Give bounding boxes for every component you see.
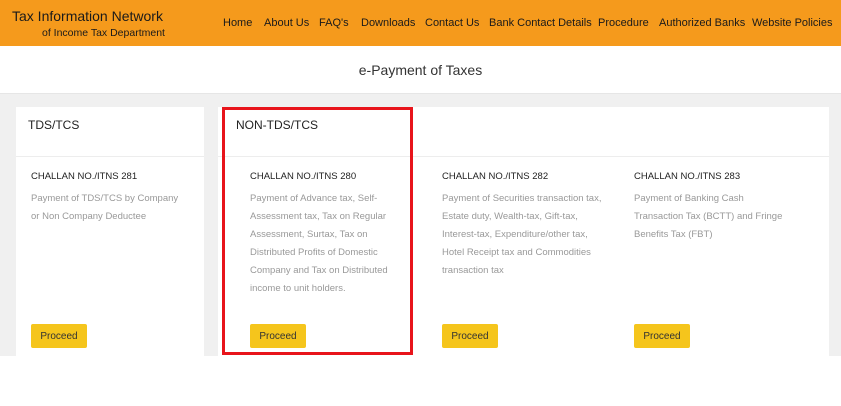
description-line: Hotel Receipt tax and Commodities bbox=[442, 247, 591, 258]
nav-about-us[interactable]: About Us bbox=[264, 17, 309, 29]
description-line: Assessment tax, Tax on Regular bbox=[250, 211, 387, 222]
description-line: income to unit holders. bbox=[250, 283, 346, 294]
challan-281: CHALLAN NO./ITNS 281 Payment of TDS/TCS … bbox=[31, 171, 209, 226]
description-line: Company and Tax on Distributed bbox=[250, 265, 388, 276]
challan-283: CHALLAN NO./ITNS 283 Payment of Banking … bbox=[634, 171, 812, 244]
challan-280: CHALLAN NO./ITNS 280 Payment of Advance … bbox=[250, 171, 428, 298]
description-line: Payment of Securities transaction tax, bbox=[442, 193, 602, 204]
tds-tcs-heading: TDS/TCS bbox=[28, 118, 80, 132]
description-line: Interest-tax, Expenditure/other tax, bbox=[442, 229, 588, 240]
main-nav: Home About Us FAQ's Downloads Contact Us… bbox=[0, 17, 841, 31]
nav-website-policies[interactable]: Website Policies bbox=[752, 17, 833, 29]
proceed-button-282[interactable]: Proceed bbox=[442, 324, 498, 348]
proceed-button-281[interactable]: Proceed bbox=[31, 324, 87, 348]
nav-downloads[interactable]: Downloads bbox=[361, 17, 415, 29]
nav-bank-contact-details[interactable]: Bank Contact Details bbox=[489, 17, 592, 29]
nav-faqs[interactable]: FAQ's bbox=[319, 17, 349, 29]
description-line: or Non Company Deductee bbox=[31, 211, 147, 222]
description-line: Payment of Banking Cash bbox=[634, 193, 744, 204]
challan-282: CHALLAN NO./ITNS 282 Payment of Securiti… bbox=[442, 171, 620, 280]
description-line: Estate duty, Wealth-tax, Gift-tax, bbox=[442, 211, 578, 222]
description-line: Distributed Profits of Domestic bbox=[250, 247, 378, 258]
nav-home[interactable]: Home bbox=[223, 17, 252, 29]
tds-tcs-card: TDS/TCS bbox=[16, 107, 204, 356]
description-line: Assessment, Surtax, Tax on bbox=[250, 229, 368, 240]
description-line: Payment of TDS/TCS by Company bbox=[31, 193, 179, 204]
nav-authorized-banks[interactable]: Authorized Banks bbox=[659, 17, 745, 29]
proceed-button-283[interactable]: Proceed bbox=[634, 324, 690, 348]
challan-description: Payment of Advance tax, Self- Assessment… bbox=[250, 190, 428, 298]
challan-description: Payment of TDS/TCS by Company or Non Com… bbox=[31, 190, 209, 226]
proceed-button-280[interactable]: Proceed bbox=[250, 324, 306, 348]
non-tds-tcs-card-header: NON-TDS/TCS bbox=[218, 107, 829, 157]
description-line: Benefits Tax (FBT) bbox=[634, 229, 713, 240]
page-title: e-Payment of Taxes bbox=[358, 62, 483, 78]
description-line: Transaction Tax (BCTT) and Fringe bbox=[634, 211, 783, 222]
nav-procedure[interactable]: Procedure bbox=[598, 17, 649, 29]
challan-number: CHALLAN NO./ITNS 281 bbox=[31, 171, 138, 182]
challan-number: CHALLAN NO./ITNS 280 bbox=[250, 171, 357, 182]
site-header: Tax Information Network of Income Tax De… bbox=[0, 0, 841, 46]
challan-number: CHALLAN NO./ITNS 283 bbox=[634, 171, 741, 182]
description-line: transaction tax bbox=[442, 265, 504, 276]
nav-contact-us[interactable]: Contact Us bbox=[425, 17, 479, 29]
title-band: e-Payment of Taxes bbox=[0, 46, 841, 94]
challan-number: CHALLAN NO./ITNS 282 bbox=[442, 171, 549, 182]
tds-tcs-card-header: TDS/TCS bbox=[16, 107, 204, 157]
non-tds-tcs-heading: NON-TDS/TCS bbox=[236, 118, 318, 132]
description-line: Payment of Advance tax, Self- bbox=[250, 193, 378, 204]
challan-description: Payment of Securities transaction tax, E… bbox=[442, 190, 620, 280]
challan-description: Payment of Banking Cash Transaction Tax … bbox=[634, 190, 812, 244]
